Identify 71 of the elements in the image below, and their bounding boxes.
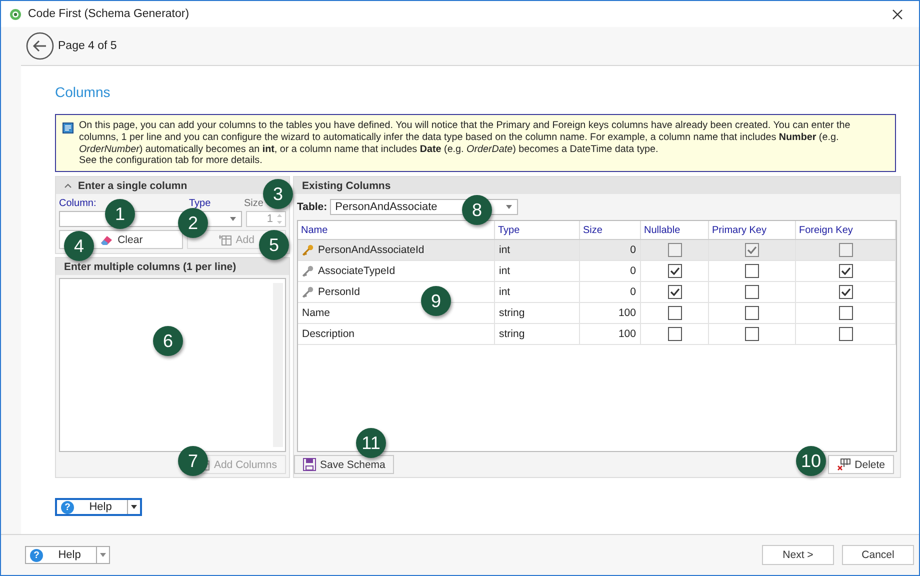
save-schema-button[interactable]: Save Schema (294, 455, 394, 474)
checkbox[interactable] (745, 285, 759, 300)
table-cell: PersonId (318, 286, 360, 298)
note-icon (62, 122, 74, 134)
checkbox[interactable] (668, 243, 682, 258)
group-title: Enter a single column (78, 180, 188, 192)
column-label: Column: (59, 198, 96, 210)
caret-icon (100, 553, 106, 557)
key-icon (302, 244, 314, 256)
table-add-icon (218, 234, 232, 246)
help-split-button[interactable]: ? Help (55, 498, 142, 516)
checkbox[interactable] (745, 306, 759, 320)
grid-row[interactable]: AssociateTypeId int 0 (298, 261, 896, 282)
help-icon: ? (30, 548, 43, 562)
next-button[interactable]: Next > (762, 545, 834, 565)
checkbox[interactable] (745, 264, 759, 278)
table-cell: int (499, 286, 510, 298)
group-title: Existing Columns (302, 180, 391, 192)
grid-row[interactable]: PersonAndAssociateId int 0 (298, 240, 896, 262)
page-indicator: Page 4 of 5 (58, 40, 117, 52)
table-cell: PersonAndAssociateId (318, 244, 424, 256)
spin-arrows-icon (277, 213, 282, 226)
checkbox[interactable] (838, 306, 852, 320)
column-header[interactable]: Primary Key (709, 221, 796, 240)
column-header[interactable]: Size (580, 221, 641, 240)
table-cell: 100 (618, 307, 636, 320)
table-cell: 0 (630, 286, 636, 298)
caret-icon (230, 217, 236, 222)
table-cell: 0 (630, 244, 636, 256)
checkbox[interactable] (838, 327, 852, 342)
page-title: Columns (55, 84, 112, 100)
help-icon: ? (61, 500, 74, 514)
table-cell: AssociateTypeId (318, 265, 396, 278)
table-cell: 100 (618, 328, 636, 340)
checkbox[interactable] (668, 306, 682, 320)
column-header[interactable]: Foreign Key (796, 221, 896, 240)
column-header[interactable]: Type (495, 221, 580, 240)
chevron-icon[interactable] (64, 183, 72, 188)
table-cell: int (499, 265, 510, 278)
checkbox[interactable] (668, 264, 682, 278)
checkbox[interactable] (838, 264, 852, 278)
table-cell: Name (302, 307, 330, 320)
checkbox[interactable] (838, 285, 852, 300)
table-cell: Description (302, 328, 355, 340)
info-text: On this page, you can add your columns to the tables you have defined. You will notice that the Primary and Foreign keys columns have already been created. You can enter the columns, 1 per line and you can configure the wizard to automatically infer the data type based on the column name. For example, a column name that includes Number (e.g. OrderNumber) automatically becomes an int, or a column name that includes Date (e.g. OrderDate) becomes a DateTime data type. See the configuration tab for more details. (79, 120, 852, 168)
table-cell: 0 (630, 265, 636, 278)
key-icon (302, 286, 314, 298)
help-split-button[interactable]: ? Help (25, 546, 110, 564)
table-delete-icon (836, 458, 851, 472)
delete-button[interactable]: Delete (828, 455, 894, 474)
cancel-button[interactable]: Cancel (842, 545, 914, 565)
table-cell: int (499, 244, 510, 256)
column-header[interactable]: Nullable (641, 221, 709, 240)
group-title: Enter multiple columns (1 per line) (64, 260, 236, 273)
checkbox[interactable] (745, 327, 759, 342)
key-icon (302, 265, 314, 278)
checkbox[interactable] (668, 285, 682, 300)
checkbox[interactable] (838, 243, 852, 258)
table-cell: string (499, 328, 525, 340)
caret-icon (506, 205, 512, 210)
size-label: Size (244, 198, 264, 210)
close-icon[interactable] (892, 8, 903, 20)
grid-row[interactable]: Description string 100 (298, 324, 896, 346)
type-label: Type (189, 198, 211, 210)
eraser-icon (100, 234, 114, 246)
caret-icon (131, 505, 137, 510)
checkbox[interactable] (745, 243, 759, 258)
checkbox[interactable] (668, 327, 682, 342)
window-title: Code First (Schema Generator) (28, 8, 190, 20)
table-cell: string (499, 307, 525, 320)
table-label: Table: (297, 201, 328, 214)
